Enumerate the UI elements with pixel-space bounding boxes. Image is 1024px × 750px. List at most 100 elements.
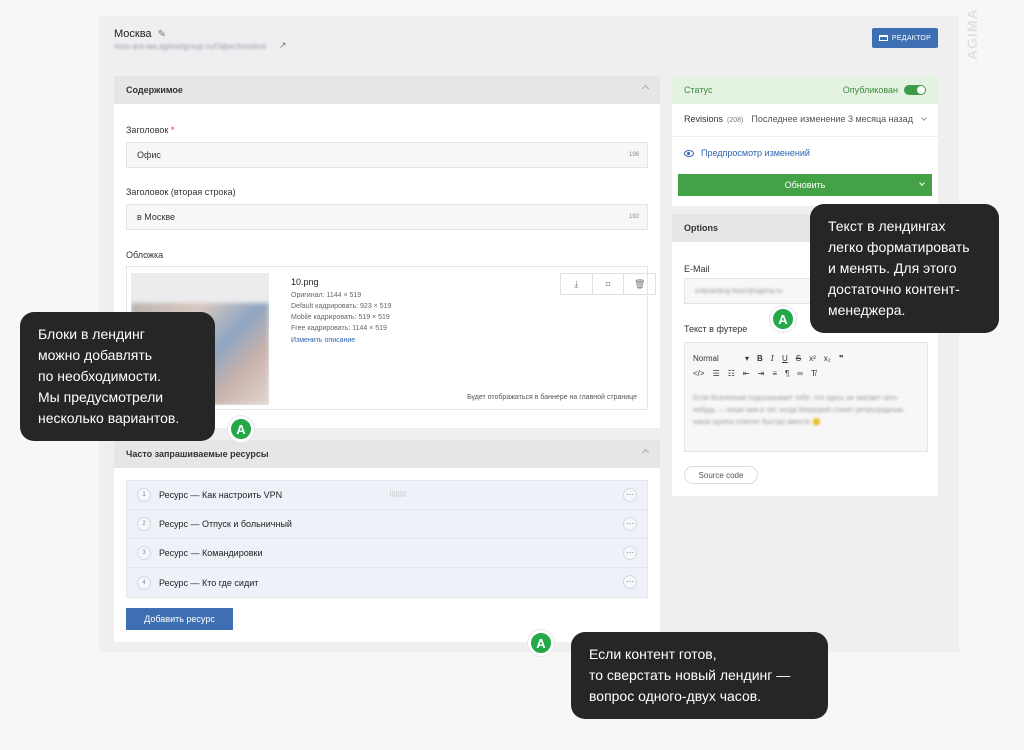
bullet-list-icon[interactable]: ☷	[728, 369, 735, 378]
resources-list: 1 Ресурс — Как настроить VPN ⠿⠿⠿⠿ ⋯ 2 Ре…	[126, 480, 648, 598]
brand-watermark: AGIMA	[964, 8, 980, 60]
resources-panel-header[interactable]: Часто запрашиваемые ресурсы	[114, 440, 660, 468]
code-icon[interactable]: </>	[693, 369, 705, 378]
edit-description-link[interactable]: Изменить описание	[291, 337, 355, 344]
title-input-value: Офис	[137, 150, 161, 160]
item-title: Ресурс — Кто где сидит	[159, 577, 259, 588]
agima-badge: A	[528, 630, 554, 656]
editor-button[interactable]: РЕДАКТОР	[872, 28, 938, 48]
trash-icon[interactable]: 🗑	[624, 274, 655, 294]
download-icon[interactable]: ⤓	[561, 274, 593, 294]
preview-link[interactable]: Предпросмотр изменений	[684, 148, 810, 158]
revisions-label: Revisions	[684, 114, 724, 124]
published-label: Опубликован	[842, 85, 898, 95]
cover-original-size: Оригинал: 1144 × 519	[291, 292, 362, 299]
page-title: Москва ✎	[114, 28, 166, 40]
callout-blocks: Блоки в лендинг можно добавлять по необх…	[20, 312, 215, 441]
list-item[interactable]: 4 Ресурс — Кто где сидит ⋯	[127, 568, 647, 597]
item-number: 1	[137, 488, 151, 502]
email-value: onboarding-team@agima.ru	[695, 287, 783, 295]
update-button[interactable]: Обновить	[678, 174, 932, 196]
update-button-label: Обновить	[784, 180, 826, 190]
item-number: 4	[137, 575, 151, 590]
subtitle-char-counter: 192	[628, 214, 639, 220]
item-number: 2	[137, 517, 151, 531]
link-icon[interactable]: ∞	[797, 369, 803, 378]
footer-text-content[interactable]: Если Вселенная подсказывает тебе, что зд…	[693, 393, 921, 429]
item-title: Ресурс — Отпуск и больничный	[159, 519, 292, 529]
more-icon[interactable]: ⋯	[623, 546, 637, 560]
page-url[interactable]: /ооо-аги-ма.agima/group.ru/Офис/moskva	[114, 42, 266, 51]
cms-frame: Москва ✎ /ооо-аги-ма.agima/group.ru/Офис…	[99, 16, 959, 652]
status-panel: Статус Опубликован Revisions (208) После…	[672, 76, 938, 206]
more-icon[interactable]: ⋯	[623, 517, 637, 531]
underline-icon[interactable]: U	[782, 354, 788, 363]
cover-hint: Будет отображаться в баннере на главной …	[467, 394, 637, 401]
align-icon[interactable]: ≡	[772, 369, 777, 378]
outdent-icon[interactable]: ⇤	[743, 369, 750, 378]
email-label: E-Mail	[684, 264, 710, 274]
title-input[interactable]: Офис 196	[126, 142, 648, 168]
status-title: Статус	[684, 85, 713, 95]
footer-text-editor[interactable]: Normal ▾ B I U S x² x₂ ❞ </> ☰ ☷ ⇤ ⇥ ≡ ¶	[684, 342, 928, 452]
item-title: Ресурс — Как настроить VPN	[159, 490, 283, 500]
callout-speed: Если контент готов, то сверстать новый л…	[571, 632, 828, 719]
cover-mobile-crop[interactable]: Mobile кадрировать: 519 × 519	[291, 314, 390, 321]
superscript-icon[interactable]: x²	[809, 354, 816, 363]
collapse-icon[interactable]	[641, 448, 650, 457]
ordered-list-icon[interactable]: ☰	[713, 369, 720, 378]
drag-handle-icon[interactable]: ⠿⠿⠿⠿	[389, 491, 509, 499]
ltr-icon[interactable]: ¶	[785, 369, 789, 378]
item-number: 3	[137, 546, 151, 560]
resources-panel-title: Часто запрашиваемые ресурсы	[126, 449, 269, 459]
callout-formatting: Текст в лендингах легко форматировать и …	[810, 204, 999, 333]
footer-text-label: Текст в футере	[684, 324, 748, 334]
content-panel-title: Содержимое	[126, 85, 183, 95]
cover-file-name: 10.png	[291, 277, 319, 287]
cover-default-crop[interactable]: Default кадрировать: 923 × 519	[291, 303, 391, 310]
clear-format-icon[interactable]: T̸	[811, 369, 816, 378]
bold-icon[interactable]: B	[757, 354, 763, 363]
pencil-icon[interactable]: ✎	[158, 29, 166, 40]
subscript-icon[interactable]: x₂	[824, 354, 831, 363]
divider	[672, 136, 938, 137]
subtitle-input[interactable]: в Москве 192	[126, 204, 648, 230]
format-select[interactable]: Normal ▾	[693, 354, 749, 363]
collapse-icon[interactable]	[641, 84, 650, 93]
add-resource-button[interactable]: Добавить ресурс	[126, 608, 233, 630]
required-mark: *	[170, 125, 175, 135]
strikethrough-icon[interactable]: S	[796, 354, 801, 363]
quote-icon[interactable]: ❞	[839, 354, 844, 363]
subtitle-input-value: в Москве	[137, 212, 176, 222]
cover-label: Обложка	[126, 250, 164, 260]
eye-icon	[684, 149, 694, 157]
status-panel-header: Статус Опубликован	[672, 76, 938, 104]
published-toggle[interactable]	[904, 85, 926, 95]
caret-down-icon: ▾	[744, 354, 749, 363]
source-code-button[interactable]: Source code	[684, 466, 758, 484]
list-item[interactable]: 3 Ресурс — Командировки ⋯	[127, 539, 647, 568]
agima-badge: A	[770, 306, 796, 332]
title-char-counter: 196	[628, 152, 639, 158]
editor-button-label: РЕДАКТОР	[891, 34, 932, 42]
chevron-down-icon[interactable]	[919, 180, 925, 186]
more-icon[interactable]: ⋯	[623, 488, 637, 502]
cover-free-crop[interactable]: Free кадрировать: 1144 × 519	[291, 325, 387, 332]
item-title: Ресурс — Командировки	[159, 548, 263, 558]
crop-icon[interactable]: ⌗	[593, 274, 625, 294]
revisions-row[interactable]: Revisions (208) Последнее изменение 3 ме…	[684, 114, 927, 124]
indent-icon[interactable]: ⇥	[758, 369, 765, 378]
external-link-icon[interactable]: ↗	[279, 40, 287, 51]
more-icon[interactable]: ⋯	[623, 575, 637, 589]
chevron-down-icon[interactable]	[921, 115, 927, 121]
content-panel-header[interactable]: Содержимое	[114, 76, 660, 104]
last-change: Последнее изменение 3 месяца назад	[751, 114, 913, 124]
title-label: Заголовок *	[126, 125, 175, 135]
list-item[interactable]: 1 Ресурс — Как настроить VPN ⠿⠿⠿⠿ ⋯	[127, 481, 647, 510]
window-icon	[878, 35, 888, 41]
italic-icon[interactable]: I	[771, 354, 774, 363]
list-item[interactable]: 2 Ресурс — Отпуск и больничный ⋯	[127, 510, 647, 539]
page-header: Москва ✎ /ооо-аги-ма.agima/group.ru/Офис…	[99, 16, 959, 68]
format-select-value: Normal	[693, 354, 719, 363]
preview-label: Предпросмотр изменений	[701, 148, 810, 158]
